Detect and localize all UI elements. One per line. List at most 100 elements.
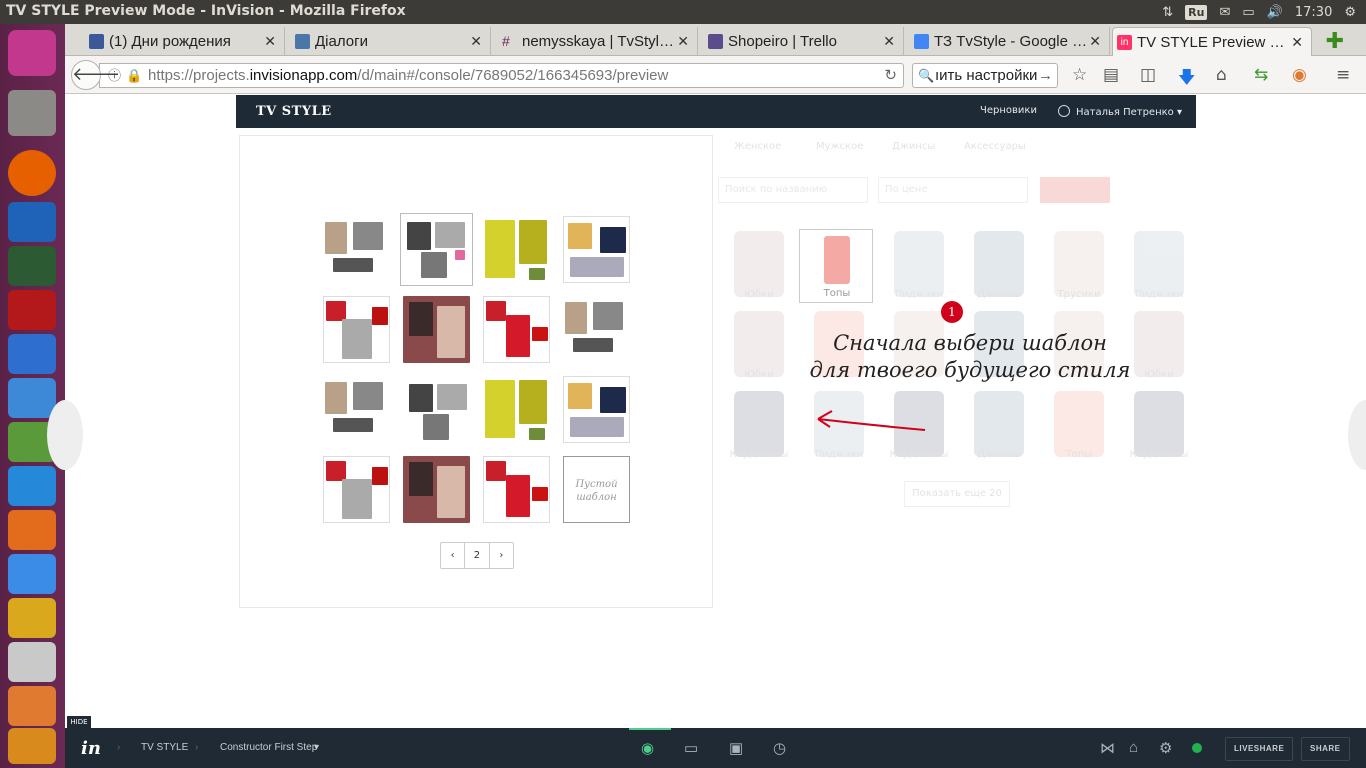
- template-thumbnail[interactable]: [483, 376, 550, 443]
- user-menu[interactable]: Наталья Петренко ▾: [1058, 105, 1182, 118]
- app-icon[interactable]: [8, 554, 56, 594]
- app-icon[interactable]: [8, 378, 56, 418]
- template-thumbnail[interactable]: [323, 456, 390, 523]
- close-icon[interactable]: ✕: [264, 33, 276, 50]
- home-icon[interactable]: ⌂: [1216, 65, 1227, 85]
- app-icon[interactable]: [8, 334, 56, 374]
- color-select[interactable]: [1040, 177, 1110, 203]
- template-thumbnail[interactable]: [323, 216, 390, 283]
- garment-item[interactable]: [1054, 231, 1104, 297]
- tab-facebook[interactable]: (1) Дни рождения ✕: [85, 27, 285, 56]
- close-icon[interactable]: ✕: [1291, 34, 1303, 51]
- extension-icon[interactable]: ◉: [1292, 65, 1307, 85]
- garment-item[interactable]: [1054, 391, 1104, 457]
- app-icon[interactable]: [8, 686, 56, 726]
- settings-gear-icon[interactable]: ⚙: [1344, 5, 1356, 20]
- clock[interactable]: 17:30: [1295, 5, 1332, 20]
- menu-hamburger-icon[interactable]: ≡: [1336, 65, 1350, 85]
- download-icon[interactable]: 🡇: [1178, 65, 1195, 94]
- website-copier-icon[interactable]: [8, 728, 56, 764]
- settings-gear-icon[interactable]: ⚙: [1159, 739, 1172, 757]
- skype-icon[interactable]: [8, 466, 56, 506]
- template-thumbnail[interactable]: [403, 456, 470, 523]
- battery-icon[interactable]: ▭: [1242, 5, 1254, 20]
- close-icon[interactable]: ✕: [883, 33, 895, 50]
- page-number[interactable]: 2: [464, 543, 488, 568]
- highlighted-garment-card[interactable]: Топы: [799, 229, 873, 303]
- url-bar[interactable]: ⓘ 🔒 https://projects.invisionapp.com/d/m…: [99, 63, 904, 88]
- liveshare-button[interactable]: LIVESHARE: [1225, 737, 1294, 761]
- sync-arrows-icon[interactable]: ⇆: [1254, 65, 1268, 85]
- tab-jeans[interactable]: Джинсы: [892, 141, 935, 152]
- template-thumbnail[interactable]: [403, 296, 470, 363]
- garment-item[interactable]: [1134, 391, 1184, 457]
- back-button[interactable]: 🡐: [71, 60, 120, 90]
- template-thumbnail-selected[interactable]: [400, 213, 473, 286]
- template-thumbnail[interactable]: [483, 456, 550, 523]
- garment-item[interactable]: [734, 391, 784, 457]
- search-input[interactable]: 🔍 ıить настройки →: [912, 63, 1058, 88]
- garment-item[interactable]: [974, 231, 1024, 297]
- mail-icon[interactable]: ✉: [1219, 5, 1230, 20]
- close-icon[interactable]: ✕: [470, 33, 482, 50]
- files-icon[interactable]: [8, 90, 56, 136]
- keyboard-layout-indicator[interactable]: Ru: [1185, 4, 1208, 20]
- empty-template-card[interactable]: Пустой шаблон: [563, 456, 630, 523]
- garment-item[interactable]: [1134, 231, 1184, 297]
- template-thumbnail[interactable]: [563, 376, 630, 443]
- template-thumbnail[interactable]: [323, 296, 390, 363]
- tab-women[interactable]: Женское: [734, 141, 781, 152]
- network-sort-icon[interactable]: ⇅: [1162, 5, 1173, 20]
- garment-item[interactable]: [894, 231, 944, 297]
- chevron-down-icon[interactable]: ▾: [314, 742, 319, 753]
- garment-item[interactable]: [734, 231, 784, 297]
- template-thumbnail[interactable]: [563, 296, 630, 363]
- new-tab-plus-icon[interactable]: ✚: [1326, 29, 1344, 54]
- show-more-button[interactable]: Показать еще 20: [904, 481, 1010, 507]
- tab-trello[interactable]: Shopeiro | Trello ✕: [704, 27, 904, 56]
- hide-toolbar-button[interactable]: HIDE: [67, 716, 91, 728]
- close-icon[interactable]: ✕: [677, 33, 689, 50]
- tab-accessories[interactable]: Аксессуары: [964, 141, 1026, 152]
- ubuntu-dash-icon[interactable]: [8, 30, 56, 76]
- software-center-icon[interactable]: [8, 510, 56, 550]
- firefox-icon[interactable]: [8, 150, 56, 196]
- breadcrumb-project[interactable]: TV STYLE: [141, 742, 188, 753]
- reading-list-icon[interactable]: ▤: [1103, 65, 1119, 85]
- price-select[interactable]: По цене: [878, 177, 1028, 203]
- tab-men[interactable]: Мужское: [816, 141, 863, 152]
- share-nodes-icon[interactable]: ⋈: [1100, 739, 1115, 757]
- tab-invision[interactable]: in TV STYLE Preview … ✕: [1112, 27, 1312, 56]
- garment-item[interactable]: [734, 311, 784, 377]
- drafts-link[interactable]: Черновики: [980, 105, 1037, 116]
- share-button[interactable]: SHARE: [1301, 737, 1350, 761]
- catalog-search-input[interactable]: Поиск по названию: [718, 177, 868, 203]
- tab-google-docs[interactable]: ТЗ TvStyle - Google … ✕: [910, 27, 1110, 56]
- reload-icon[interactable]: ↻: [884, 64, 897, 87]
- bookmark-star-icon[interactable]: ☆: [1072, 65, 1087, 85]
- template-thumbnail[interactable]: [323, 376, 390, 443]
- app-logo[interactable]: TV STYLE: [256, 104, 332, 119]
- filezilla-icon[interactable]: [8, 290, 56, 330]
- next-screen-arrow[interactable]: [1348, 400, 1366, 470]
- arrow-right-icon[interactable]: →: [1038, 64, 1053, 87]
- preview-eye-icon[interactable]: ◉: [641, 739, 654, 757]
- template-thumbnail[interactable]: [483, 216, 550, 283]
- garment-item[interactable]: [974, 391, 1024, 457]
- chevron-right-icon[interactable]: ›: [488, 543, 513, 568]
- app-icon[interactable]: [8, 598, 56, 638]
- invision-logo[interactable]: in: [81, 738, 101, 759]
- history-clock-icon[interactable]: ◷: [773, 739, 786, 757]
- template-thumbnail[interactable]: [483, 296, 550, 363]
- comment-icon[interactable]: ▣: [729, 739, 743, 757]
- volume-icon[interactable]: 🔊: [1267, 5, 1283, 20]
- chevron-left-icon[interactable]: ‹: [441, 543, 464, 568]
- tab-slack[interactable]: # nemysskaya | TvStyl… ✕: [498, 27, 698, 56]
- template-thumbnail[interactable]: [563, 216, 630, 283]
- webstorm-icon[interactable]: [8, 202, 56, 242]
- home-icon[interactable]: ⌂: [1129, 739, 1138, 756]
- app-icon[interactable]: [8, 642, 56, 682]
- pocket-icon[interactable]: ◫: [1140, 65, 1156, 85]
- close-icon[interactable]: ✕: [1089, 33, 1101, 50]
- tab-dialogs[interactable]: Діалоги ✕: [291, 27, 491, 56]
